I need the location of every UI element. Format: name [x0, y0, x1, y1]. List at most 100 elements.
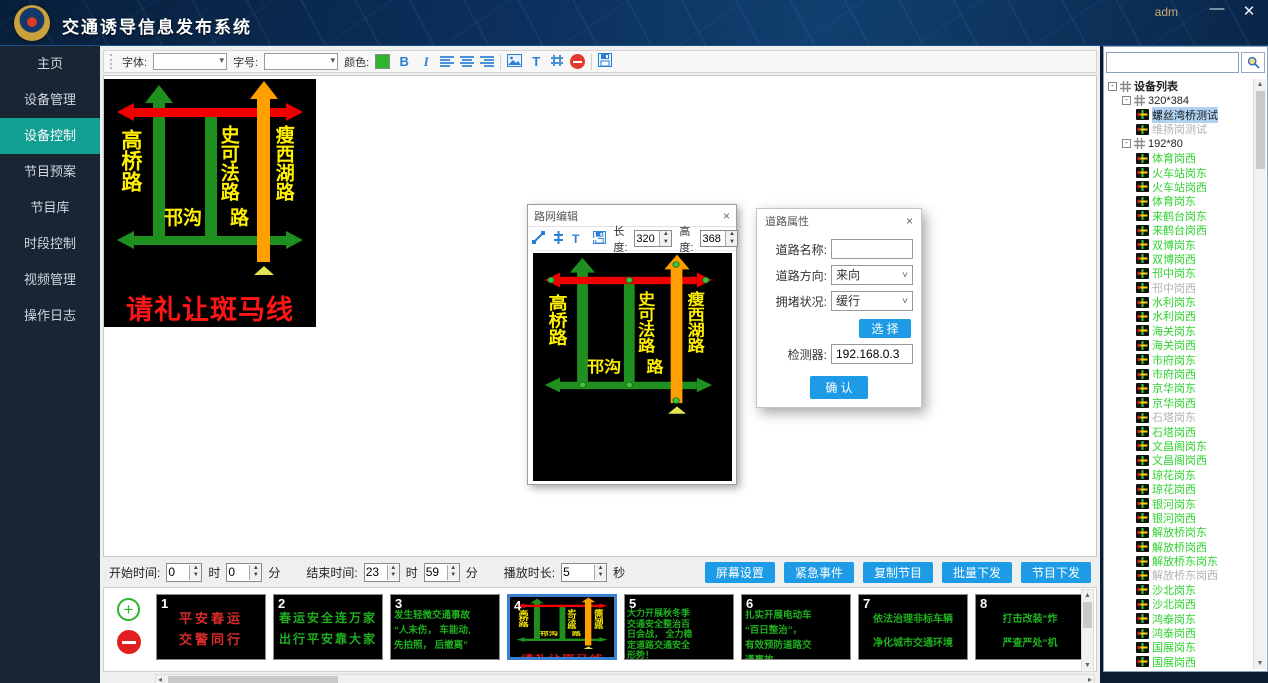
action-button-2[interactable]: 复制节目 — [863, 562, 933, 583]
node-dot[interactable] — [547, 277, 554, 284]
tree-device-row[interactable]: 海关岗西 — [1106, 338, 1254, 352]
close-icon[interactable]: × — [906, 214, 913, 228]
playlist-item-4[interactable]: 高桥路 史可法路 瘦西湖路 邗沟 路 请礼让斑马线 4 — [507, 594, 617, 660]
editor-canvas[interactable]: 高桥路 史可法路 瘦西湖路 邗沟 路 请礼让斑马线 路网编辑 × T — [103, 75, 1097, 557]
action-button-1[interactable]: 紧急事件 — [784, 562, 854, 583]
tree-device-row[interactable]: 京华岗西 — [1106, 396, 1254, 410]
tree-device-row[interactable]: 水利岗东 — [1106, 295, 1254, 309]
sidebar-item-4[interactable]: 节目库 — [0, 190, 100, 226]
tree-device-row[interactable]: 螺丝湾桥测试 — [1106, 108, 1254, 122]
start-min-input[interactable] — [227, 565, 249, 579]
add-program-button[interactable]: + — [117, 598, 140, 621]
sidebar-item-3[interactable]: 节目预案 — [0, 154, 100, 190]
length-input[interactable] — [635, 233, 659, 245]
remove-program-button[interactable] — [117, 630, 141, 654]
end-hour-stepper[interactable]: ▲▼ — [364, 563, 400, 582]
node-dot[interactable] — [626, 277, 633, 284]
playlist-item-1[interactable]: 平安春运交警同行1 — [156, 594, 266, 660]
close-icon[interactable]: ✕ — [1238, 2, 1260, 20]
logged-in-user[interactable]: adm — [1155, 5, 1178, 19]
select-detector-button[interactable]: 选 择 — [859, 319, 911, 338]
tree-device-row[interactable]: 海关岗东 — [1106, 324, 1254, 338]
save-icon[interactable] — [598, 53, 612, 70]
road-direction-select[interactable]: 来向 — [831, 265, 913, 285]
detector-input[interactable] — [831, 344, 913, 364]
led-preview[interactable]: 高桥路 史可法路 瘦西湖路 邗沟 路 请礼让斑马线 — [104, 79, 316, 327]
tree-device-row[interactable]: 文昌阁岗东 — [1106, 439, 1254, 453]
tree-root-row[interactable]: -设备列表 — [1106, 79, 1254, 93]
action-button-3[interactable]: 批量下发 — [942, 562, 1012, 583]
end-hour-input[interactable] — [365, 565, 387, 579]
tree-group-row[interactable]: -320*384 — [1106, 93, 1254, 107]
start-hour-stepper[interactable]: ▲▼ — [166, 563, 202, 582]
length-stepper[interactable]: ▲▼ — [634, 230, 672, 247]
tree-device-row[interactable]: 来鹤台岗东 — [1106, 209, 1254, 223]
bold-icon[interactable]: B — [396, 54, 412, 69]
tree-device-row[interactable]: 双博岗西 — [1106, 252, 1254, 266]
sidebar-item-0[interactable]: 主页 — [0, 46, 100, 82]
congestion-select[interactable]: 缓行 — [831, 291, 913, 311]
tree-device-row[interactable]: 邗中岗东 — [1106, 266, 1254, 280]
height-stepper[interactable]: ▲▼ — [700, 230, 738, 247]
tree-device-row[interactable]: 文昌阁岗西 — [1106, 453, 1254, 467]
duration-input[interactable] — [562, 565, 594, 579]
playlist-item-5[interactable]: 大力开展秋冬季交通安全整治百日会战， 全力稳定道路交通安全形势！5 — [624, 594, 734, 660]
start-hour-input[interactable] — [167, 565, 189, 579]
sidebar-item-7[interactable]: 操作日志 — [0, 298, 100, 334]
node-dot[interactable] — [702, 277, 709, 284]
tree-device-row[interactable]: 石塔岗西 — [1106, 424, 1254, 438]
confirm-button[interactable]: 确 认 — [810, 376, 868, 399]
tree-device-row[interactable]: 沙北岗东 — [1106, 583, 1254, 597]
tree-collapse-icon[interactable]: - — [1122, 139, 1131, 148]
search-button[interactable] — [1241, 52, 1265, 73]
tree-device-row[interactable]: 解放桥东岗西 — [1106, 568, 1254, 582]
roadnet-edit-canvas[interactable]: 高桥路 史可法路 瘦西湖路 邗沟 路 请礼让斑马线 — [533, 253, 732, 481]
color-swatch[interactable] — [375, 54, 390, 69]
text-tool-icon[interactable]: T — [528, 54, 544, 69]
road-props-titlebar[interactable]: 道路属性 × — [757, 209, 921, 233]
tree-device-row[interactable]: 石塔岗东 — [1106, 410, 1254, 424]
tree-device-row[interactable]: 银河岗西 — [1106, 511, 1254, 525]
playlist-item-8[interactable]: 打击改装“炸严查严处“机8 — [975, 594, 1081, 660]
toolbar-drag-handle[interactable] — [110, 54, 114, 69]
image-icon[interactable] — [507, 54, 522, 70]
playlist-horizontal-scrollbar[interactable]: ◂▸ — [155, 674, 1095, 683]
tree-device-row[interactable]: 鸿泰岗西 — [1106, 626, 1254, 640]
playlist-item-3[interactable]: 发生轻微交通事故“人未伤， 车能动,先拍照， 后撤离”3 — [390, 594, 500, 660]
end-min-input[interactable] — [425, 565, 447, 579]
node-dot[interactable] — [626, 382, 633, 389]
tree-device-row[interactable]: 市府岗西 — [1106, 367, 1254, 381]
action-button-4[interactable]: 节目下发 — [1021, 562, 1091, 583]
tree-device-row[interactable]: 水利岗西 — [1106, 309, 1254, 323]
tree-device-row[interactable]: 邗中岗西 — [1106, 280, 1254, 294]
playlist-item-6[interactable]: 扎实开展电动车“百日整治”，有效预防道路交通事故。6 — [741, 594, 851, 660]
align-center-icon[interactable] — [460, 56, 474, 67]
tree-device-row[interactable]: 鸿泰岗东 — [1106, 611, 1254, 625]
fontsize-select[interactable] — [264, 53, 338, 70]
tree-device-row[interactable]: 火车站岗西 — [1106, 180, 1254, 194]
node-dot[interactable] — [579, 382, 586, 389]
line-tool-icon[interactable] — [532, 231, 545, 247]
playlist-item-2[interactable]: 春运安全连万家出行平安靠大家2 — [273, 594, 383, 660]
duration-stepper[interactable]: ▲▼ — [561, 563, 607, 582]
align-left-icon[interactable] — [440, 56, 454, 67]
tree-device-row[interactable]: 来鹤台岗西 — [1106, 223, 1254, 237]
tree-device-row[interactable]: 维扬岗测试 — [1106, 122, 1254, 136]
search-input[interactable] — [1106, 52, 1239, 73]
tree-device-row[interactable]: 沙北岗西 — [1106, 597, 1254, 611]
playlist-vertical-scrollbar[interactable]: ▲▼ — [1081, 589, 1094, 672]
node-dot[interactable] — [673, 397, 680, 404]
delete-icon[interactable] — [570, 54, 585, 69]
tree-device-row[interactable]: 体育岗西 — [1106, 151, 1254, 165]
playlist-item-7[interactable]: 依法治理非标车辆净化城市交通环境7 — [858, 594, 968, 660]
sidebar-item-5[interactable]: 时段控制 — [0, 226, 100, 262]
tree-device-row[interactable]: 国展岗东 — [1106, 640, 1254, 654]
minimize-icon[interactable]: — — [1206, 0, 1228, 17]
hscroll-thumb[interactable] — [168, 676, 338, 683]
tree-device-row[interactable]: 解放桥岗东 — [1106, 525, 1254, 539]
tree-device-row[interactable]: 琼花岗东 — [1106, 468, 1254, 482]
tree-device-row[interactable]: 市府岗东 — [1106, 352, 1254, 366]
tree-device-row[interactable]: 火车站岗东 — [1106, 165, 1254, 179]
tree-device-row[interactable]: 国展岗西 — [1106, 655, 1254, 669]
italic-icon[interactable]: I — [418, 54, 434, 70]
